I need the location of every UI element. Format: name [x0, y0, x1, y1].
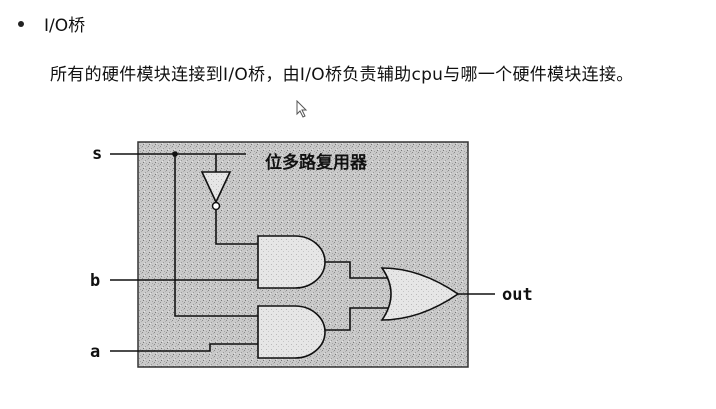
multiplexer-diagram: 位多路复用器 s b a out: [90, 141, 533, 368]
and-gate-lower: [257, 305, 326, 359]
junction-dot: [172, 151, 178, 157]
and-gate-upper: [257, 235, 326, 289]
input-label-a: a: [90, 342, 100, 362]
bullet-icon: [18, 20, 24, 27]
input-label-s: s: [92, 144, 102, 164]
heading-title: I/O桥: [44, 16, 86, 36]
description-text: 所有的硬件模块连接到I/O桥，由I/O桥负责辅助cpu与哪一个硬件模块连接。: [50, 65, 634, 85]
heading-row: I/O桥: [14, 11, 85, 36]
output-label: out: [502, 285, 533, 305]
mux-title: 位多路复用器: [265, 152, 368, 173]
input-label-b: b: [90, 271, 100, 291]
mouse-cursor-icon: [296, 100, 308, 118]
